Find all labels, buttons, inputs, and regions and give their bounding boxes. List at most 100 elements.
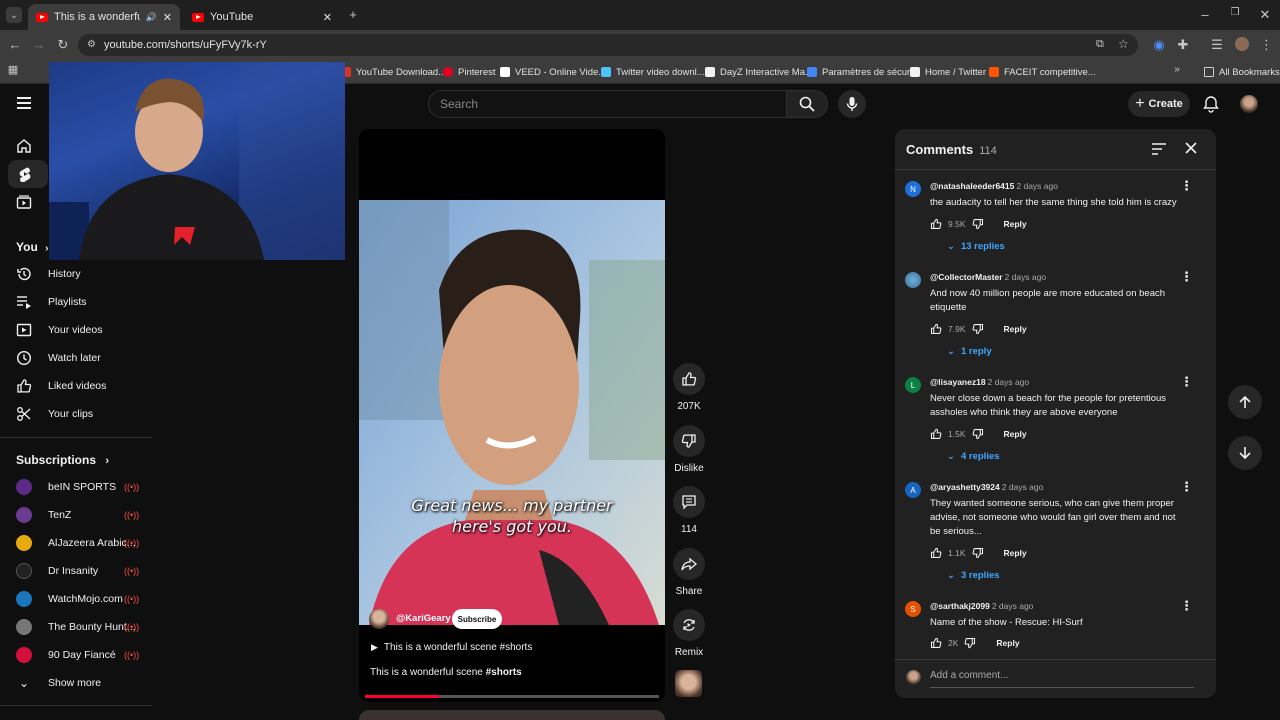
comments-button[interactable]: 114 (672, 486, 706, 535)
bookmark-item[interactable]: FACEIT competitive... (989, 64, 1096, 80)
forward-icon[interactable]: → (32, 38, 46, 51)
thumbs-down-icon[interactable] (972, 218, 984, 230)
previous-short-button[interactable] (1228, 385, 1262, 419)
bookmark-item[interactable]: Home / Twitter (910, 64, 986, 80)
comment-time[interactable]: 2 days ago (1016, 181, 1058, 191)
site-info-icon[interactable]: ⚙ (87, 39, 96, 50)
comment-avatar[interactable] (905, 272, 921, 288)
subscriptions-section-header[interactable]: Subscriptions › (16, 453, 109, 467)
comment-more-icon[interactable]: ⋮ (1180, 598, 1193, 614)
comment-time[interactable]: 2 days ago (1005, 272, 1047, 282)
view-replies-button[interactable]: ⌄ 4 replies (947, 451, 1000, 462)
comment-time[interactable]: 2 days ago (1002, 482, 1044, 492)
new-tab-icon[interactable]: + (346, 8, 360, 21)
bookmark-item[interactable]: Paramètres de sécur... (807, 64, 918, 80)
comment-author[interactable]: @CollectorMaster (930, 272, 1003, 282)
comment-time[interactable]: 2 days ago (992, 601, 1034, 611)
thumbs-up-icon[interactable] (930, 547, 942, 559)
thumbs-down-icon[interactable] (972, 323, 984, 335)
shorts-player[interactable]: Great news... my partner here's got you.… (359, 129, 665, 702)
reply-button[interactable]: Reply (1004, 429, 1027, 439)
sort-icon[interactable] (1152, 143, 1166, 155)
menu-hamburger-icon[interactable] (17, 97, 31, 109)
close-icon[interactable] (1185, 142, 1197, 154)
comment-avatar[interactable]: L (905, 377, 921, 393)
view-replies-button[interactable]: ⌄ 13 replies (947, 241, 1005, 252)
you-section-header[interactable]: You › (16, 240, 48, 254)
comment-avatar[interactable]: S (905, 601, 921, 617)
thumbs-up-icon[interactable] (930, 637, 942, 649)
view-replies-button[interactable]: ⌄ 3 replies (947, 570, 1000, 581)
subscription-item[interactable]: 90 Day Fiancé ((•)) (0, 641, 152, 669)
more-bookmarks-icon[interactable]: » (1172, 65, 1182, 75)
sidebar-item-watch-later[interactable]: Watch later (0, 344, 152, 372)
back-icon[interactable]: ← (8, 38, 22, 51)
audio-icon[interactable]: 🔊 (146, 12, 157, 23)
comment-author[interactable]: @lisayanez18 (930, 377, 986, 387)
tab-close-icon[interactable]: ✕ (323, 11, 332, 24)
sidebar-item-history[interactable]: History (0, 260, 152, 288)
extension-icon[interactable]: ◉ (1152, 38, 1166, 51)
remix-button[interactable]: Remix (672, 609, 706, 658)
show-more-button[interactable]: ⌄ Show more (0, 669, 152, 697)
thumbs-down-icon[interactable] (964, 637, 976, 649)
browser-menu-icon[interactable]: ⋮ (1260, 38, 1273, 51)
minimize-icon[interactable]: – (1198, 8, 1212, 21)
comment-avatar[interactable]: A (905, 482, 921, 498)
browser-tab-active[interactable]: This is a wonderful scene #s 🔊 ✕ (28, 4, 180, 30)
share-button[interactable]: Share (672, 548, 706, 597)
account-avatar[interactable] (1240, 95, 1258, 113)
reply-button[interactable]: Reply (1004, 324, 1027, 334)
channel-avatar[interactable] (369, 609, 389, 629)
bookmark-item[interactable]: VEED - Online Vide... (500, 64, 606, 80)
comment-more-icon[interactable]: ⋮ (1180, 479, 1193, 495)
subscription-item[interactable]: beIN SPORTS ((•)) (0, 473, 152, 501)
subscription-item[interactable]: TenZ ((•)) (0, 501, 152, 529)
comment-author[interactable]: @aryashetty3924 (930, 482, 1000, 492)
comment-author[interactable]: @natashaleeder6415 (930, 181, 1014, 191)
reply-button[interactable]: Reply (996, 638, 1019, 648)
sidebar-item-liked-videos[interactable]: Liked videos (0, 372, 152, 400)
bookmark-item[interactable]: YouTube Download... (341, 64, 446, 80)
comment-more-icon[interactable]: ⋮ (1180, 374, 1193, 390)
home-icon[interactable] (16, 138, 32, 154)
search-button[interactable] (786, 90, 828, 118)
reload-icon[interactable]: ↻ (56, 38, 70, 51)
all-bookmarks-folder[interactable]: All Bookmarks (1204, 64, 1280, 80)
subscription-item[interactable]: AlJazeera Arabic... ((•)) (0, 529, 152, 557)
bookmark-star-icon[interactable]: ☆ (1118, 37, 1129, 51)
window-close-icon[interactable]: ✕ (1258, 8, 1272, 21)
bookmark-item[interactable]: DayZ Interactive Ma... (705, 64, 813, 80)
next-short-preview[interactable] (359, 710, 665, 720)
subscription-item[interactable]: The Bounty Hunt... ((•)) (0, 613, 152, 641)
comment-more-icon[interactable]: ⋮ (1180, 178, 1193, 194)
create-button[interactable]: + Create (1128, 91, 1190, 117)
voice-search-button[interactable] (838, 90, 866, 118)
maximize-icon[interactable]: ❐ (1228, 8, 1242, 18)
browser-tab[interactable]: YouTube ✕ (184, 4, 340, 30)
sidebar-item-playlists[interactable]: Playlists (0, 288, 152, 316)
comment-more-icon[interactable]: ⋮ (1180, 269, 1193, 285)
notifications-bell-icon[interactable] (1202, 95, 1220, 113)
hashtag-link[interactable]: #shorts (486, 667, 522, 678)
reading-list-icon[interactable]: ☰ (1210, 38, 1224, 51)
reply-button[interactable]: Reply (1004, 219, 1027, 229)
apps-grid-icon[interactable]: ▦ (7, 65, 19, 76)
subscribe-button[interactable]: Subscribe (452, 609, 502, 629)
shorts-nav-item[interactable] (8, 160, 48, 188)
extensions-puzzle-icon[interactable]: ✚ (1176, 38, 1190, 51)
bookmark-item[interactable]: Pinterest (443, 64, 496, 80)
sound-thumbnail[interactable] (675, 670, 702, 697)
like-button[interactable]: 207K (672, 363, 706, 412)
reply-button[interactable]: Reply (1004, 548, 1027, 558)
subscriptions-icon[interactable] (16, 194, 32, 210)
channel-handle[interactable]: @KariGeary (396, 613, 451, 624)
tab-search-button[interactable]: ⌄ (6, 7, 22, 23)
thumbs-up-icon[interactable] (930, 323, 942, 335)
subscription-item[interactable]: Dr Insanity ((•)) (0, 557, 152, 585)
comment-author[interactable]: @sarthakj2099 (930, 601, 990, 611)
address-bar[interactable]: ⚙ youtube.com/shorts/uFyFVy7k-rY ⧉ ☆ (78, 34, 1138, 56)
thumbs-down-icon[interactable] (972, 428, 984, 440)
bookmark-item[interactable]: Twitter video downl... (601, 64, 705, 80)
search-input[interactable]: Search (428, 90, 786, 118)
